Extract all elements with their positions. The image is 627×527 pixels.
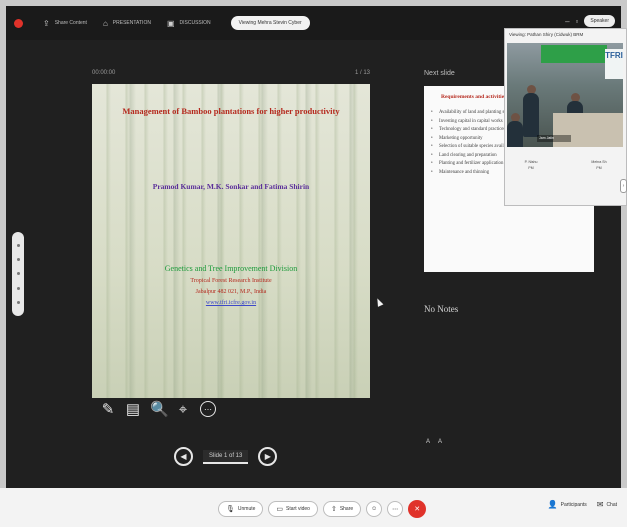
increase-font-icon[interactable]: A [438, 439, 442, 445]
slides-grid-icon[interactable]: ▤ [125, 400, 141, 418]
speaker-button[interactable]: Speaker [584, 15, 615, 27]
slide-counter: 1 / 13 [354, 70, 370, 76]
start-video-label: Start video [286, 506, 310, 512]
rail-dot [16, 258, 20, 262]
end-call-icon[interactable]: ✕ [408, 500, 427, 518]
participant-tile[interactable]: P. Nishu PM [511, 159, 551, 195]
unmute-button[interactable]: 🎙 Unmute [218, 501, 264, 517]
chat-label: Chat [606, 501, 617, 508]
participant-figure [523, 93, 539, 137]
next-slide-heading: Next slide [424, 70, 455, 77]
current-slide: Management of Bamboo plantations for hig… [92, 84, 370, 398]
participants-icon: 👤 [547, 500, 558, 509]
slide-division: Genetics and Tree Improvement Division [164, 264, 298, 273]
video-feed: TFRI Jam Jatin [507, 43, 623, 147]
notes-font-controls: A A [426, 439, 442, 445]
tools-icon: ▣ [166, 18, 175, 28]
participants-button[interactable]: 👤 Participants [548, 500, 587, 509]
slide-city: Jabalpur 482 021, M.P., India [195, 289, 267, 295]
next-slide-icon[interactable]: ▶ [258, 447, 278, 466]
share-label: Share [339, 506, 354, 512]
mic-icon: 🎙 [226, 506, 235, 513]
slide-institute: Tropical Forest Research Institute [190, 278, 272, 284]
rail-dot [16, 286, 20, 290]
video-panel[interactable]: Viewing: Pathan Shiry (Cidwuk) BRM TFRI … [504, 28, 627, 206]
left-side-rail[interactable] [12, 232, 24, 316]
more-icon[interactable]: ⋯ [387, 501, 404, 517]
share-icon: ⇧ [330, 506, 337, 513]
participant-sub: PM [528, 166, 534, 170]
share-button[interactable]: ⇧ Share [322, 501, 362, 517]
share-icon: ⇪ [43, 18, 50, 28]
slide-title: Management of Bamboo plantations for hig… [122, 106, 340, 116]
minimize-icon[interactable]: – [565, 17, 569, 26]
slide-navigation: ◀ Slide 1 of 13 ▶ [174, 447, 278, 466]
slide-website-link[interactable]: www.tfri.icfre.gov.in [96, 300, 366, 306]
participant-tiles: P. Nishu PM Mehra Sh PM [507, 151, 623, 203]
toolbar-share-content[interactable]: ⇪ Share Content [43, 19, 87, 28]
zoom-icon[interactable]: 🔍 [150, 400, 169, 418]
viewing-pill[interactable]: Viewing Mehra Stevin Cyber [230, 16, 310, 30]
previous-slide-icon[interactable]: ◀ [174, 447, 193, 466]
start-video-button[interactable]: ▭ Start video [268, 501, 318, 517]
toolbar-right: – ▫ Speaker [565, 15, 615, 27]
banner-logo: TFRI [605, 49, 623, 79]
rail-dot [16, 243, 20, 247]
slide-header: 00:00:00 1 / 13 [92, 70, 370, 76]
restore-icon[interactable]: ▫ [576, 17, 579, 26]
unmute-label: Unmute [237, 506, 256, 512]
meeting-side-controls: 👤 Participants ✉ Chat [548, 500, 617, 509]
recording-indicator-icon [14, 18, 23, 28]
pointer-icon[interactable]: ⌖ [175, 401, 191, 418]
slide-tools: ✎ ▤ 🔍 ⌖ ⋯ [100, 400, 216, 418]
meeting-controls-bar: 🎙 Unmute ▭ Start video ⇧ Share ☺ ⋯ ✕ 👤 P… [0, 488, 627, 527]
toolbar-discussion[interactable]: ▣ DISCUSSION [167, 19, 211, 28]
chat-button[interactable]: ✉ Chat [597, 500, 617, 509]
pen-icon[interactable]: ✎ [100, 400, 116, 418]
video-name-tag: Jam Jatin [537, 135, 571, 142]
toolbar-item-label: PRESENTATION [112, 20, 151, 26]
more-options-icon[interactable]: ⋯ [200, 401, 216, 417]
video-panel-scroll-icon[interactable]: › [620, 179, 627, 193]
video-caption: Viewing: Pathan Shiry (Cidwuk) BRM [509, 32, 584, 37]
reactions-icon[interactable]: ☺ [366, 501, 383, 517]
mouse-cursor-icon [374, 297, 384, 307]
chat-icon: ✉ [596, 500, 604, 509]
slide-position-label[interactable]: Slide 1 of 13 [203, 449, 249, 464]
presentation-icon: ⌂ [102, 18, 108, 28]
elapsed-timer: 00:00:00 [92, 70, 116, 76]
banner-graphic [541, 45, 607, 63]
rail-dot [16, 301, 20, 305]
participant-tile[interactable]: Mehra Sh PM [579, 159, 619, 195]
toolbar-item-label: DISCUSSION [179, 20, 211, 26]
meeting-controls: 🎙 Unmute ▭ Start video ⇧ Share ☺ ⋯ ✕ [218, 500, 427, 518]
video-icon: ▭ [276, 506, 284, 513]
participant-sub: PM [596, 166, 602, 170]
decrease-font-icon[interactable]: A [426, 439, 430, 445]
rail-dot [16, 272, 20, 276]
speaker-notes: No Notes [424, 304, 459, 314]
toolbar-presentation[interactable]: ⌂ PRESENTATION [103, 19, 151, 28]
slide-authors: Pramod Kumar, M.K. Sonkar and Fatima Shi… [152, 182, 310, 191]
participants-label: Participants [560, 501, 587, 508]
toolbar-item-label: Share Content [54, 20, 87, 26]
participant-figure [507, 121, 523, 147]
